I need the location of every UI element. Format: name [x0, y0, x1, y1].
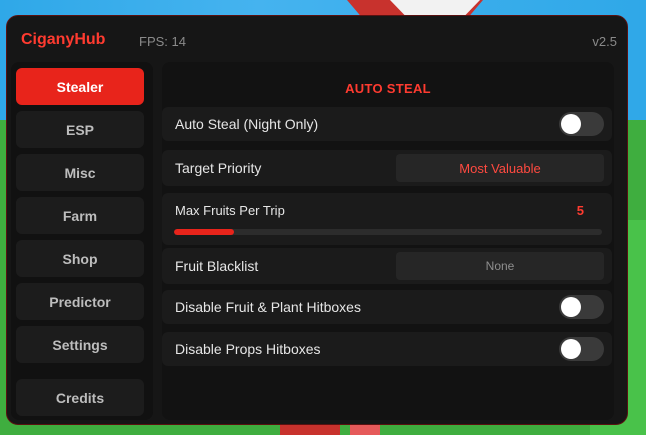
target-priority-row: Target Priority Most Valuable	[162, 150, 612, 186]
disable-fruit-hitboxes-row: Disable Fruit & Plant Hitboxes	[162, 290, 612, 324]
max-fruits-value: 5	[576, 203, 584, 218]
toggle-knob	[561, 297, 581, 317]
max-fruits-label: Max Fruits Per Trip	[175, 203, 285, 218]
sidebar-item-esp[interactable]: ESP	[16, 111, 144, 148]
toggle-knob	[561, 339, 581, 359]
hub-window: CiganyHub FPS: 14 v2.5 Stealer ESP Misc …	[6, 15, 628, 425]
sidebar-item-predictor[interactable]: Predictor	[16, 283, 144, 320]
disable-props-hitboxes-label: Disable Props Hitboxes	[175, 341, 321, 357]
sidebar-item-label: Predictor	[49, 293, 111, 310]
version-label: v2.5	[592, 34, 617, 49]
auto-steal-toggle[interactable]	[559, 112, 604, 136]
sidebar-item-label: Farm	[62, 207, 98, 224]
game-object-bottom-2	[350, 425, 380, 435]
sidebar-item-label: Stealer	[56, 78, 104, 95]
sidebar-item-label: ESP	[65, 121, 94, 138]
sidebar: Stealer ESP Misc Farm Shop Predictor Set…	[11, 62, 153, 420]
sidebar-item-label: Shop	[62, 250, 98, 267]
sidebar-item-label: Credits	[55, 389, 105, 406]
title-bar[interactable]: CiganyHub FPS: 14 v2.5	[7, 16, 627, 64]
auto-steal-label: Auto Steal (Night Only)	[175, 116, 319, 132]
disable-fruit-hitboxes-label: Disable Fruit & Plant Hitboxes	[175, 299, 361, 315]
disable-fruit-hitboxes-toggle[interactable]	[559, 295, 604, 319]
sidebar-item-farm[interactable]: Farm	[16, 197, 144, 234]
sidebar-item-stealer[interactable]: Stealer	[16, 68, 144, 105]
content-panel: AUTO STEAL Auto Steal (Night Only) Targe…	[162, 62, 614, 420]
section-title: AUTO STEAL	[345, 81, 431, 96]
toggle-knob	[561, 114, 581, 134]
max-fruits-slider[interactable]	[174, 229, 602, 235]
target-priority-label: Target Priority	[175, 160, 262, 176]
auto-steal-row: Auto Steal (Night Only)	[162, 107, 612, 141]
sidebar-item-credits[interactable]: Credits	[16, 379, 144, 416]
slider-fill	[174, 229, 234, 235]
sidebar-item-label: Misc	[64, 164, 96, 181]
fruit-blacklist-row: Fruit Blacklist None	[162, 248, 612, 284]
fruit-blacklist-label: Fruit Blacklist	[175, 258, 259, 274]
target-priority-value: Most Valuable	[459, 160, 541, 176]
target-priority-dropdown[interactable]: Most Valuable	[396, 154, 604, 182]
sidebar-item-label: Settings	[52, 336, 108, 353]
max-fruits-row: Max Fruits Per Trip 5	[162, 193, 612, 245]
sidebar-item-settings[interactable]: Settings	[16, 326, 144, 363]
app-title: CiganyHub	[21, 31, 106, 48]
disable-props-hitboxes-toggle[interactable]	[559, 337, 604, 361]
sidebar-item-misc[interactable]: Misc	[16, 154, 144, 191]
fruit-blacklist-dropdown[interactable]: None	[396, 252, 604, 280]
disable-props-hitboxes-row: Disable Props Hitboxes	[162, 332, 612, 366]
game-object-bottom	[280, 425, 340, 435]
fruit-blacklist-value: None	[485, 259, 515, 273]
sidebar-item-shop[interactable]: Shop	[16, 240, 144, 277]
fps-counter: FPS: 14	[139, 34, 186, 49]
